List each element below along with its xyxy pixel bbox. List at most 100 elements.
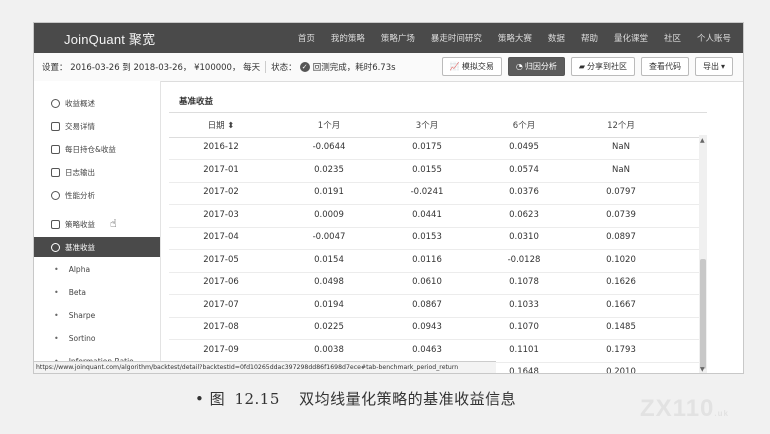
sidebar-item[interactable]: • Sortino xyxy=(34,328,160,348)
table-cell: 0.0155 xyxy=(412,164,442,175)
sidebar-item[interactable]: 策略收益 xyxy=(34,214,160,234)
sidebar-item-label: Alpha xyxy=(68,264,91,274)
nav-link[interactable]: 策略大赛 xyxy=(498,32,532,44)
table-row: 2017-02 0.0191 -0.0241 0.0376 0.0797 xyxy=(169,182,707,205)
brand-logo[interactable]: JoinQuant 聚宽 xyxy=(64,29,155,48)
sidebar-item-label: 日志输出 xyxy=(65,167,95,177)
table-cell: 0.0225 xyxy=(314,322,344,332)
table-row: 2017-06 0.0498 0.0610 0.1078 0.1626 xyxy=(169,272,707,295)
nav-link[interactable]: 暴走时间研究 xyxy=(431,32,482,44)
sidebar-item[interactable]: 收益概述 xyxy=(34,93,160,113)
column-header: 3个月 xyxy=(415,121,439,131)
export-button[interactable]: 导出 ▾ xyxy=(694,57,733,76)
sidebar-item[interactable]: 基准收益 xyxy=(34,237,160,257)
figure-caption: • 图 12.15 双均线量化策略的基准收益信息 xyxy=(195,388,516,409)
caption-bullet: • xyxy=(195,390,205,408)
table-cell: NaN xyxy=(612,142,630,152)
sidebar-item-label: 性能分析 xyxy=(65,190,95,200)
nav-link[interactable]: 社区 xyxy=(664,32,681,44)
table-cell: 2017-04 xyxy=(203,232,239,242)
table-cell: 0.0154 xyxy=(314,254,344,265)
vertical-scrollbar[interactable]: ▲ ▼ xyxy=(699,135,707,373)
sidebar-icon xyxy=(51,242,60,252)
settings-summary: 设置： 2016-03-26 到 2018-03-26， ¥100000， 每天… xyxy=(42,61,396,73)
table-cell: 0.0038 xyxy=(314,344,344,355)
sidebar-item-label: 每日持仓&收益 xyxy=(65,144,116,154)
caption-label: 图 xyxy=(209,390,226,408)
nav-link[interactable]: 数据 xyxy=(548,32,565,44)
sidebar-item[interactable]: • Beta xyxy=(34,282,160,302)
nav-link[interactable]: 量化课堂 xyxy=(614,32,648,44)
table-row: 2017-04 -0.0047 0.0153 0.0310 0.0897 xyxy=(169,227,707,250)
table-cell: 0.1033 xyxy=(509,299,539,310)
column-header: 1个月 xyxy=(317,121,341,131)
simulate-trade-button[interactable]: 📈 模拟交易 xyxy=(441,57,502,76)
sidebar: 收益概述 交易详情 每日持仓&收益 日志输出 性能分析 策略收益 基准收益 • Alpha • Be… xyxy=(34,81,161,373)
bullet-icon: • xyxy=(54,333,59,343)
table-cell: 0.0441 xyxy=(412,209,442,220)
nav-link[interactable]: 策略广场 xyxy=(381,32,415,44)
scroll-thumb[interactable] xyxy=(700,259,706,369)
table-cell: 2017-08 xyxy=(203,322,239,332)
sidebar-item-label: 交易详情 xyxy=(65,121,95,131)
table-row: 2017-03 0.0009 0.0441 0.0623 0.0739 xyxy=(169,205,707,228)
top-navbar: JoinQuant 聚宽 首页 我的策略 策略广场 暴走时间研究 策略大赛 数据 帮助 量化课… xyxy=(34,23,743,53)
column-header: 6个月 xyxy=(512,121,536,131)
settings-bar: 设置： 2016-03-26 到 2018-03-26， ¥100000， 每天… xyxy=(34,53,743,82)
table-cell: 0.1626 xyxy=(606,277,636,287)
scroll-up-icon[interactable]: ▲ xyxy=(700,137,705,144)
table-cell: 0.0175 xyxy=(412,142,442,152)
sidebar-item[interactable]: • Sharpe xyxy=(34,305,160,325)
chevron-down-icon: ▾ xyxy=(720,62,725,71)
section-title: 基准收益 xyxy=(179,97,214,107)
caption-number: 12.15 xyxy=(234,390,280,408)
table-header: 日期 ⬍ 1个月 3个月 6个月 12个月 xyxy=(169,112,707,138)
scroll-down-icon[interactable]: ▼ xyxy=(700,366,705,373)
table-cell: 0.1793 xyxy=(606,344,636,355)
browser-frame: JoinQuant 聚宽 首页 我的策略 策略广场 暴走时间研究 策略大赛 数据 帮助 量化课… xyxy=(33,22,744,374)
table-cell: 2017-01 xyxy=(203,164,239,175)
table-cell: -0.0047 xyxy=(312,232,346,242)
share-community-button[interactable]: ▰ 分享到社区 xyxy=(570,57,635,76)
table-cell: 0.0116 xyxy=(412,254,442,265)
table-cell: 0.1070 xyxy=(509,322,539,332)
table-cell: 2017-03 xyxy=(203,209,239,220)
sidebar-icon xyxy=(51,190,60,200)
sidebar-item-label: Sharpe xyxy=(68,310,96,320)
nav-link[interactable]: 首页 xyxy=(298,32,315,44)
attribution-button[interactable]: ◔ 归因分析 xyxy=(507,57,565,76)
sidebar-icon xyxy=(51,98,60,108)
table-cell: 0.1020 xyxy=(606,254,636,265)
table-cell: 0.0009 xyxy=(314,209,344,220)
caption-text: 双均线量化策略的基准收益信息 xyxy=(299,390,517,408)
sidebar-icon xyxy=(51,144,60,154)
table-cell: 0.0310 xyxy=(509,232,539,242)
table-cell: -0.0241 xyxy=(410,187,444,197)
sidebar-item[interactable]: • Alpha xyxy=(34,259,160,279)
sidebar-item[interactable]: 日志输出 xyxy=(34,162,160,182)
table-cell: 0.1485 xyxy=(606,322,636,332)
table-cell: 0.0943 xyxy=(412,322,442,332)
sidebar-item-label: 收益概述 xyxy=(65,98,95,108)
nav-link[interactable]: 帮助 xyxy=(581,32,598,44)
watermark: ZX110.uk xyxy=(640,395,729,422)
sidebar-item[interactable]: 性能分析 xyxy=(34,185,160,205)
sidebar-item[interactable]: 交易详情 xyxy=(34,116,160,136)
view-code-button[interactable]: 查看代码 xyxy=(640,57,689,76)
table-row: 2017-01 0.0235 0.0155 0.0574 NaN xyxy=(169,160,707,183)
sidebar-item[interactable]: 每日持仓&收益 xyxy=(34,139,160,159)
table-row: 2017-07 0.0194 0.0867 0.1033 0.1667 xyxy=(169,295,707,318)
nav-link[interactable]: 个人账号 xyxy=(697,32,731,44)
status-label: 状态： xyxy=(265,61,297,73)
sidebar-item-label: Beta xyxy=(68,287,87,297)
main-panel: 基准收益 日期 ⬍ 1个月 3个月 6个月 12个月 2016-12 -0.0644 0.0… xyxy=(161,81,743,373)
table-cell: 2017-05 xyxy=(203,254,239,265)
table-cell: 0.0463 xyxy=(412,344,442,355)
table-cell: 2016-12 xyxy=(203,142,239,152)
sidebar-icon xyxy=(51,219,60,229)
table-cell: 0.2010 xyxy=(606,367,636,373)
nav-link[interactable]: 我的策略 xyxy=(331,32,365,44)
status-value: 回测完成，耗时6.73s xyxy=(312,63,396,73)
column-header[interactable]: 日期 ⬍ xyxy=(208,119,235,131)
table-cell: 0.0867 xyxy=(412,299,442,310)
